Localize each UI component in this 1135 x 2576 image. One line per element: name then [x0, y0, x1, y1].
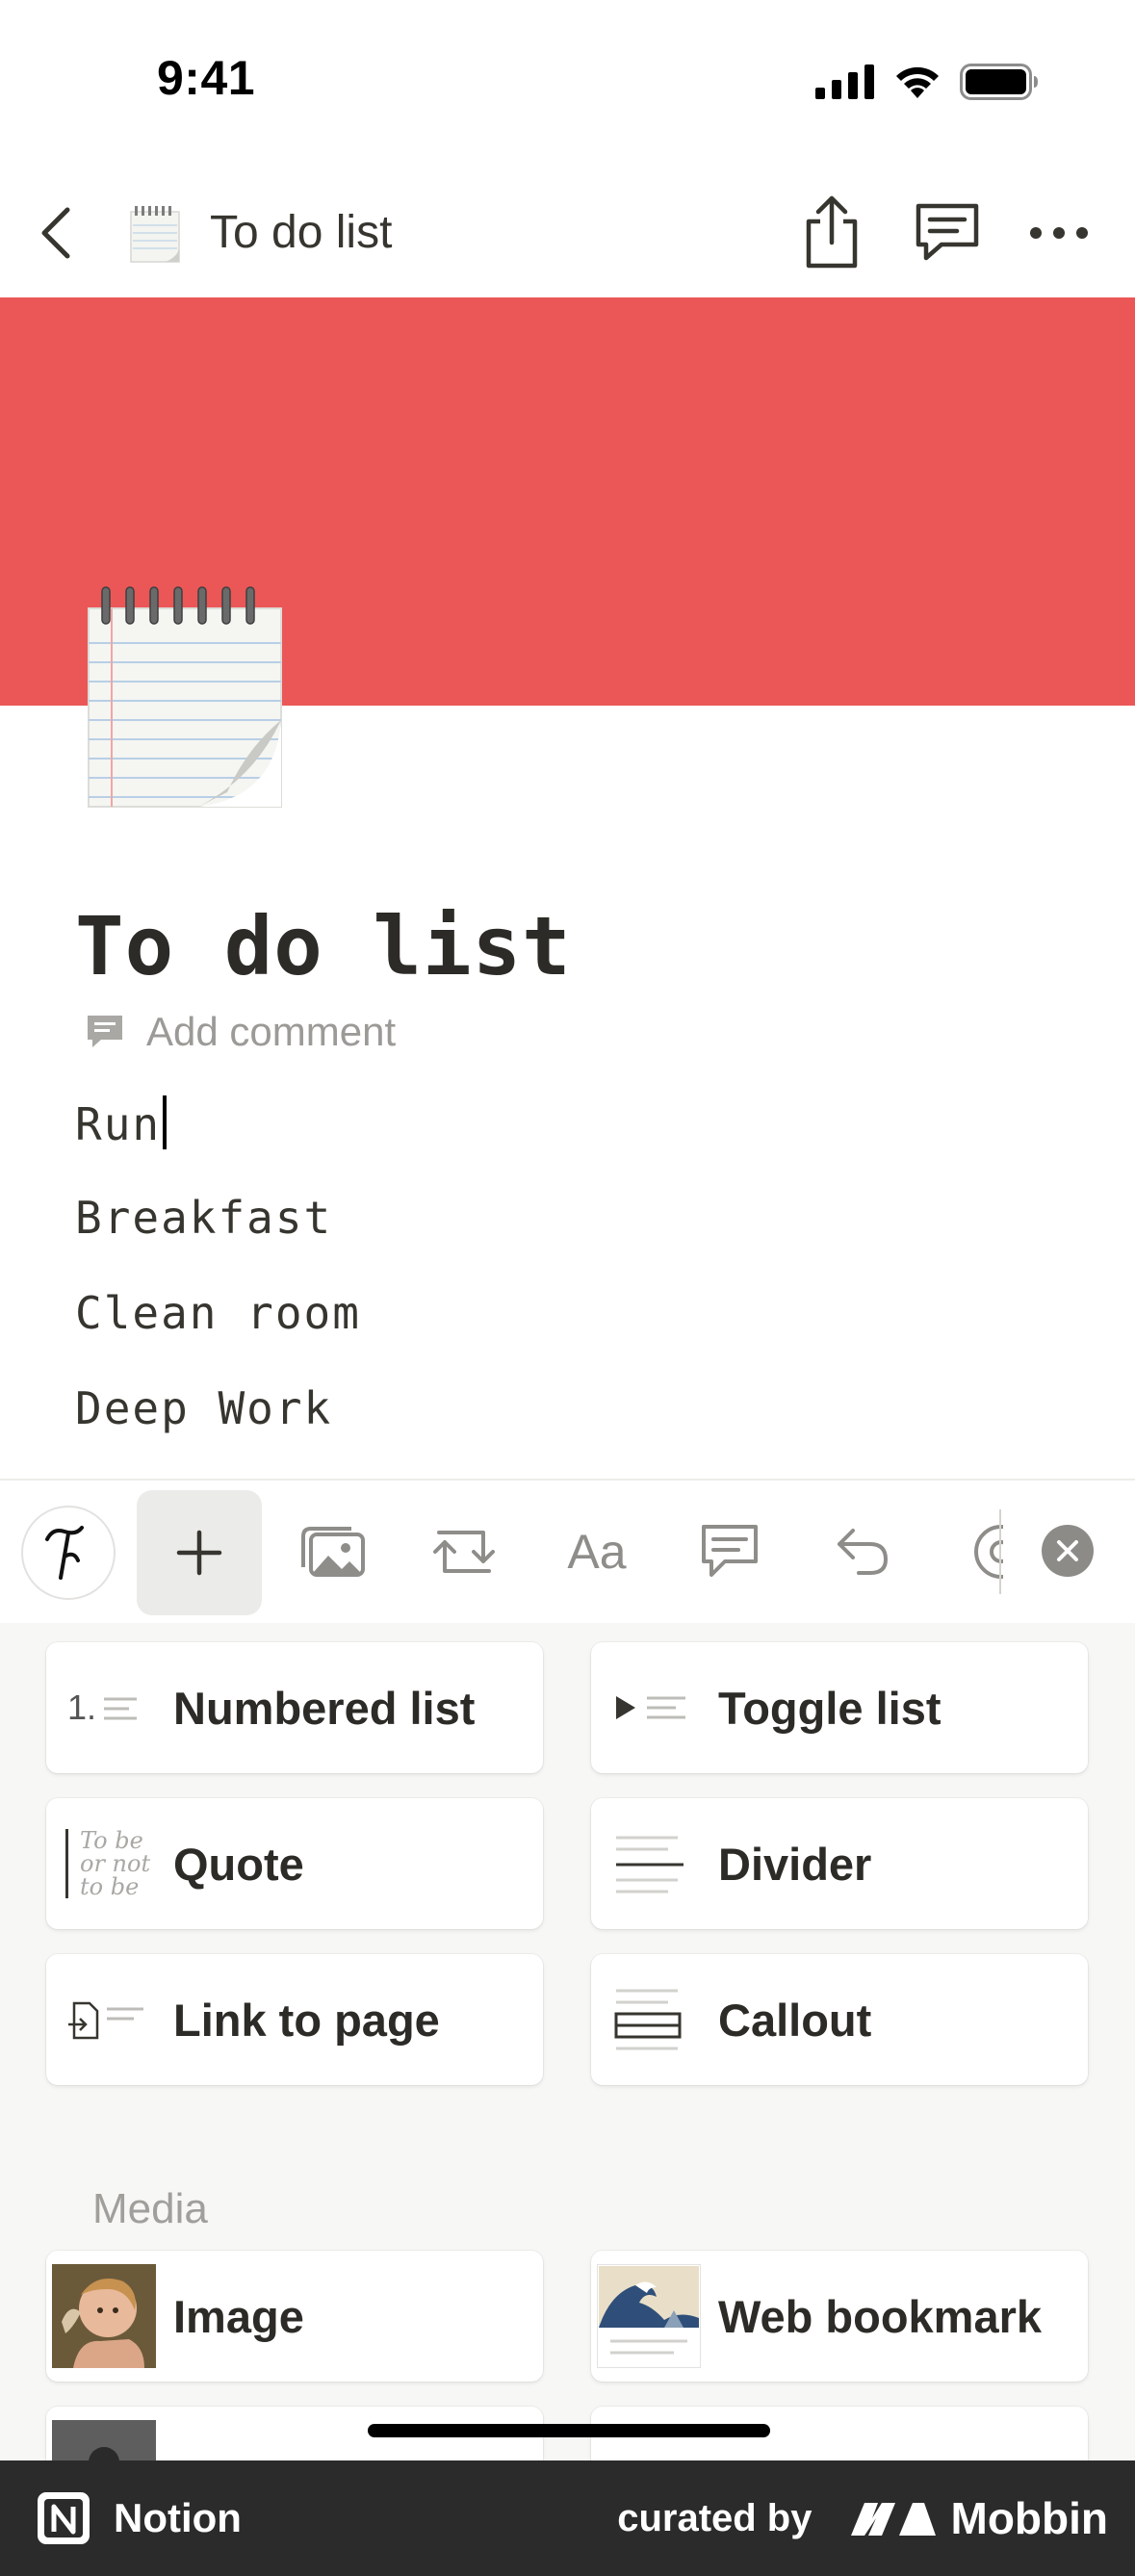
- todo-item[interactable]: Run: [75, 1095, 168, 1150]
- text-style-button[interactable]: Aa: [539, 1494, 655, 1610]
- numbered-list-option[interactable]: 1. Numbered list: [46, 1642, 543, 1773]
- status-time: 9:41: [157, 51, 256, 105]
- undo-button[interactable]: [805, 1494, 920, 1610]
- add-comment-button[interactable]: Add comment: [85, 1009, 396, 1055]
- numbered-list-icon: 1.: [66, 1687, 138, 1727]
- image-thumbnail: [52, 2264, 156, 2368]
- footer-brand: Mobbin: [950, 2493, 1109, 2543]
- more-icon[interactable]: [1028, 223, 1090, 243]
- battery-icon: [960, 64, 1038, 100]
- wifi-icon: [896, 66, 939, 98]
- divider-label: Divider: [718, 1838, 872, 1890]
- link-to-page-option[interactable]: Link to page: [46, 1954, 543, 2085]
- media-section-label: Media: [92, 2185, 208, 2232]
- web-bookmark-thumbnail: [597, 2264, 701, 2368]
- web-bookmark-label: Web bookmark: [718, 2290, 1043, 2342]
- turn-into-button[interactable]: [406, 1494, 522, 1610]
- plus-icon: [176, 1530, 222, 1576]
- add-comment-label: Add comment: [146, 1009, 397, 1054]
- todo-text: Run: [75, 1098, 162, 1150]
- share-icon[interactable]: [801, 193, 863, 270]
- ai-icon: [45, 1526, 84, 1580]
- media-icon: [301, 1527, 365, 1577]
- ai-button[interactable]: [21, 1506, 116, 1600]
- block-menu: 1. Numbered list Toggle list To be or not…: [0, 1623, 1135, 2460]
- page-notepad-icon[interactable]: [83, 585, 287, 812]
- toggle-list-option[interactable]: Toggle list: [591, 1642, 1088, 1773]
- back-icon[interactable]: [37, 204, 75, 262]
- mobbin-logo-icon: [850, 2503, 936, 2536]
- comment-button[interactable]: [672, 1494, 787, 1610]
- comment-icon: [88, 1016, 122, 1047]
- divider-icon: [597, 1812, 701, 1916]
- web-bookmark-option[interactable]: Web bookmark: [591, 2251, 1088, 2382]
- numbered-list-label: Numbered list: [173, 1682, 476, 1734]
- media-thumbnail-partial: [52, 2420, 156, 2460]
- undo-icon: [838, 1529, 889, 1575]
- close-icon: [1057, 1540, 1078, 1561]
- mention-button[interactable]: [936, 1494, 1003, 1610]
- nav-title: To do list: [210, 207, 393, 258]
- media-button[interactable]: [275, 1494, 391, 1610]
- callout-icon: [597, 1968, 701, 2072]
- notepad-icon: [130, 206, 180, 263]
- add-block-button[interactable]: [137, 1490, 262, 1615]
- home-indicator: [368, 2424, 770, 2437]
- status-icons: [815, 64, 1039, 100]
- close-toolbar-button[interactable]: [1042, 1525, 1094, 1577]
- editor-toolbar: Aa: [0, 1479, 1135, 1625]
- attribution-footer: Notion curated by Mobbin: [0, 2460, 1135, 2576]
- todo-item[interactable]: Clean room: [75, 1287, 361, 1339]
- image-label: Image: [173, 2290, 304, 2342]
- quote-icon: To be or not to be: [52, 1812, 156, 1916]
- signal-icon: [815, 64, 874, 99]
- divider-option[interactable]: Divider: [591, 1798, 1088, 1929]
- text-cursor: [163, 1095, 168, 1149]
- footer-curated-by: curated by: [617, 2496, 813, 2539]
- toggle-list-label: Toggle list: [718, 1682, 942, 1734]
- link-to-page-icon: [52, 1968, 156, 2072]
- turn-into-icon: [433, 1531, 495, 1573]
- notion-logo-icon: [38, 2492, 90, 2544]
- page-title[interactable]: To do list: [75, 899, 572, 993]
- mention-icon: [974, 1525, 1003, 1579]
- quote-label: Quote: [173, 1838, 304, 1890]
- comments-icon[interactable]: [913, 198, 982, 266]
- todo-item[interactable]: Deep Work: [75, 1382, 332, 1434]
- comment-icon: [702, 1525, 758, 1577]
- todo-item[interactable]: Breakfast: [75, 1192, 332, 1244]
- footer-app-name: Notion: [114, 2495, 242, 2540]
- callout-label: Callout: [718, 1994, 872, 2046]
- image-option[interactable]: Image: [46, 2251, 543, 2382]
- callout-option[interactable]: Callout: [591, 1954, 1088, 2085]
- link-to-page-label: Link to page: [173, 1994, 440, 2046]
- toolbar-divider: [999, 1509, 1001, 1594]
- text-style-icon: Aa: [567, 1525, 627, 1579]
- quote-option[interactable]: To be or not to be Quote: [46, 1798, 543, 1929]
- toggle-list-icon: [597, 1656, 701, 1760]
